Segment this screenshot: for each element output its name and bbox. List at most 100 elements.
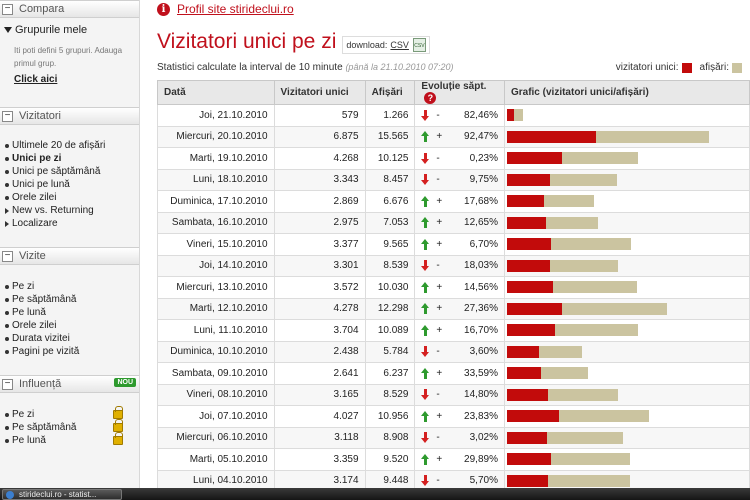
browser-icon — [6, 491, 14, 499]
cell-unique-visitors: 3.165 — [273, 383, 366, 406]
arrow-up-icon — [421, 303, 430, 315]
new-badge: NOU — [114, 378, 136, 387]
header-unique-visitors[interactable]: Vizitatori unici — [273, 80, 366, 105]
bullet-icon — [5, 336, 9, 341]
bullet-icon — [5, 323, 9, 328]
taskbar-window-label: stirideclui.ro - statist... — [19, 490, 97, 499]
collapse-icon[interactable]: − — [2, 3, 13, 15]
cell-unique-visitors: 4.027 — [273, 405, 366, 428]
menu-item-label: Orele zilei — [12, 192, 57, 203]
cell-graph — [503, 147, 750, 170]
evolution-percent: 18,03% — [464, 260, 498, 272]
visits-menu: Pe zi Pe săptămână Pe lună Orele zilei Durat… — [0, 280, 139, 358]
cell-evolution: - 18,03% — [414, 254, 505, 277]
taskbar-window-button[interactable]: stirideclui.ro - statist... — [2, 489, 122, 500]
cell-date: Vineri, 08.10.2010 — [157, 383, 275, 406]
cell-date: Marti, 12.10.2010 — [157, 297, 275, 320]
cell-date: Joi, 14.10.2010 — [157, 254, 275, 277]
cell-pageviews: 7.053 — [364, 211, 416, 234]
evolution-sign: + — [436, 131, 443, 143]
cell-evolution: +16,70% — [414, 319, 505, 342]
menu-item[interactable]: Localizare — [2, 217, 137, 230]
evolution-percent: 33,59% — [464, 367, 498, 379]
unique-visitors-bar — [506, 109, 515, 122]
evolution-percent: 12,65% — [464, 217, 498, 229]
menu-item[interactable]: Orele zilei — [2, 319, 137, 332]
menu-item-label: Unici pe zi — [12, 153, 62, 164]
bullet-icon — [5, 349, 9, 354]
table-row: Vineri, 15.10.2010 3.377 9.565 +6,70% — [157, 233, 750, 256]
header-graph: Grafic (vizitatori unici/afișări) — [503, 80, 750, 105]
menu-item[interactable]: Pe lună — [2, 306, 137, 319]
unique-visitors-bar — [506, 152, 563, 165]
evolution-percent: 27,36% — [464, 303, 498, 315]
unique-visitors-bar — [506, 388, 549, 401]
stats-until: (până la 21.10.2010 07:20) — [345, 62, 454, 72]
menu-item-label: New vs. Returning — [12, 205, 94, 216]
collapse-icon[interactable]: − — [2, 378, 13, 390]
collapse-icon[interactable]: − — [2, 250, 13, 262]
table-row: Sambata, 09.10.2010 2.641 6.237 +33,59% — [157, 362, 750, 385]
arrow-up-icon — [421, 217, 430, 229]
collapse-icon[interactable]: − — [2, 110, 13, 122]
info-icon: i — [157, 2, 170, 16]
header-weekly-evolution[interactable]: Evoluție săpt.? — [414, 80, 505, 105]
evolution-percent: 14,80% — [464, 389, 498, 401]
evolution-percent: 29,89% — [464, 453, 498, 465]
influence-header[interactable]: − Influență NOU — [0, 375, 139, 393]
page-title: Vizitatori unici pe zi — [157, 30, 337, 53]
help-icon[interactable]: ? — [424, 92, 437, 104]
bullet-icon — [5, 438, 9, 443]
evolution-sign: + — [436, 453, 443, 465]
cell-pageviews: 8.539 — [364, 254, 416, 277]
stats-table: Dată Vizitatori unici Afișări Evoluție s… — [157, 80, 750, 492]
menu-item[interactable]: Unici pe săptămână — [2, 165, 137, 178]
cell-unique-visitors: 3.572 — [273, 276, 366, 299]
arrow-up-icon — [421, 238, 430, 250]
evolution-sign: - — [436, 152, 440, 164]
cell-evolution: +33,59% — [414, 362, 505, 385]
menu-item[interactable]: Ultimele 20 de afișări — [2, 139, 137, 152]
cell-date: Luni, 18.10.2010 — [157, 168, 275, 191]
click-here-link[interactable]: Click aici — [0, 74, 139, 85]
menu-item[interactable]: Unici pe lună — [2, 178, 137, 191]
menu-item[interactable]: Pe zi — [2, 280, 137, 293]
cell-graph — [503, 125, 750, 148]
cell-graph — [503, 104, 750, 127]
menu-item[interactable]: Orele zilei — [2, 191, 137, 204]
cell-pageviews: 10.125 — [364, 147, 416, 170]
evolution-sign: + — [436, 367, 443, 379]
menu-item[interactable]: Pagini pe vizită — [2, 345, 137, 358]
download-csv-link[interactable]: CSV — [390, 40, 409, 50]
menu-item-label: Orele zilei — [12, 320, 57, 331]
influence-header-label: Influență — [19, 378, 62, 390]
table-row: Miercuri, 06.10.2010 3.118 8.908 - 3,02% — [157, 426, 750, 449]
cell-unique-visitors: 3.343 — [273, 168, 366, 191]
cell-date: Duminica, 17.10.2010 — [157, 190, 275, 213]
menu-item[interactable]: Pe lună — [2, 432, 137, 447]
compare-header[interactable]: − Compara — [0, 0, 139, 18]
evolution-sign: + — [436, 303, 443, 315]
evolution-percent: 3,02% — [469, 432, 498, 444]
csv-file-icon[interactable]: CSV — [412, 38, 426, 52]
evolution-percent: 16,70% — [464, 324, 498, 336]
table-row: Marti, 05.10.2010 3.359 9.520 +29,89% — [157, 448, 750, 471]
groups-title[interactable]: Grupurile mele — [0, 18, 139, 40]
menu-item[interactable]: Durata vizitei — [2, 332, 137, 345]
arrow-down-icon — [421, 432, 430, 444]
evolution-sign: + — [436, 238, 443, 250]
legend-uv-swatch — [681, 62, 692, 73]
visits-header[interactable]: − Vizite — [0, 247, 139, 265]
evolution-percent: 14,56% — [464, 281, 498, 293]
cell-evolution: - 14,80% — [414, 383, 505, 406]
unique-visitors-bar — [506, 324, 556, 337]
menu-item[interactable]: New vs. Returning — [2, 204, 137, 217]
menu-item[interactable]: Unici pe zi — [2, 152, 137, 165]
header-pageviews[interactable]: Afișări — [364, 80, 416, 105]
menu-item[interactable]: Pe săptămână — [2, 293, 137, 306]
visitors-header[interactable]: − Vizitatori — [0, 107, 139, 125]
profile-link[interactable]: i Profil site stirideclui.ro — [157, 2, 294, 16]
visits-header-label: Vizite — [19, 250, 46, 262]
header-date[interactable]: Dată — [157, 80, 275, 105]
cell-pageviews: 6.237 — [364, 362, 416, 385]
